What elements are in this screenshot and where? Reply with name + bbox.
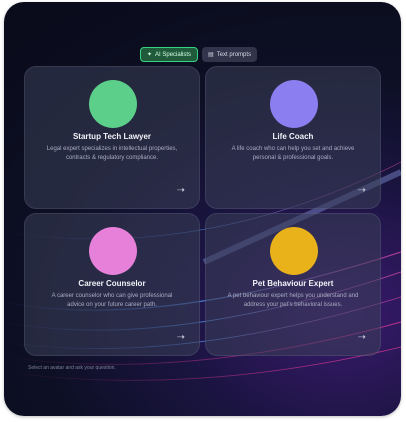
tab-text-prompts[interactable]: ▤ Text prompts [202,47,258,62]
avatar [89,227,137,275]
arrow-right-icon[interactable]: ➝ [177,333,185,343]
card-title: Life Coach [272,132,314,141]
avatar [89,80,137,128]
card-title: Pet Behaviour Expert [252,279,334,288]
card-title: Startup Tech Lawyer [72,132,152,141]
tab-label: AI Specialists [155,51,192,58]
document-icon: ▤ [208,51,214,58]
card-description: A career counselor who can give professi… [51,293,173,308]
specialist-card-career-counselor[interactable]: Career Counselor A career counselor who … [24,213,200,356]
arrow-right-icon[interactable]: ➝ [358,186,366,196]
mode-tabs: ✦ AI Specialists ▤ Text prompts [140,47,258,62]
card-description: Legal expert specializes in intellectual… [46,146,178,161]
specialist-card-pet-behaviour-expert[interactable]: Pet Behaviour Expert A pet behaviour exp… [205,213,381,356]
card-title: Career Counselor [78,279,146,288]
card-description: A pet behaviour expert helps you underst… [227,293,359,308]
arrow-right-icon[interactable]: ➝ [358,333,366,343]
card-description: A life coach who can help you set and ac… [231,146,355,161]
arrow-right-icon[interactable]: ➝ [177,186,185,196]
tab-label: Text prompts [216,51,252,58]
app-window: ✦ AI Specialists ▤ Text prompts Startup … [4,2,401,416]
avatar [270,227,318,275]
tab-ai-specialists[interactable]: ✦ AI Specialists [140,47,199,62]
specialist-card-life-coach[interactable]: Life Coach A life coach who can help you… [205,66,381,209]
avatar [270,80,318,128]
sparkle-icon: ✦ [147,51,153,58]
hint-text: Select an avatar and ask your question. [28,365,116,371]
specialist-card-startup-tech-lawyer[interactable]: Startup Tech Lawyer Legal expert special… [24,66,200,209]
